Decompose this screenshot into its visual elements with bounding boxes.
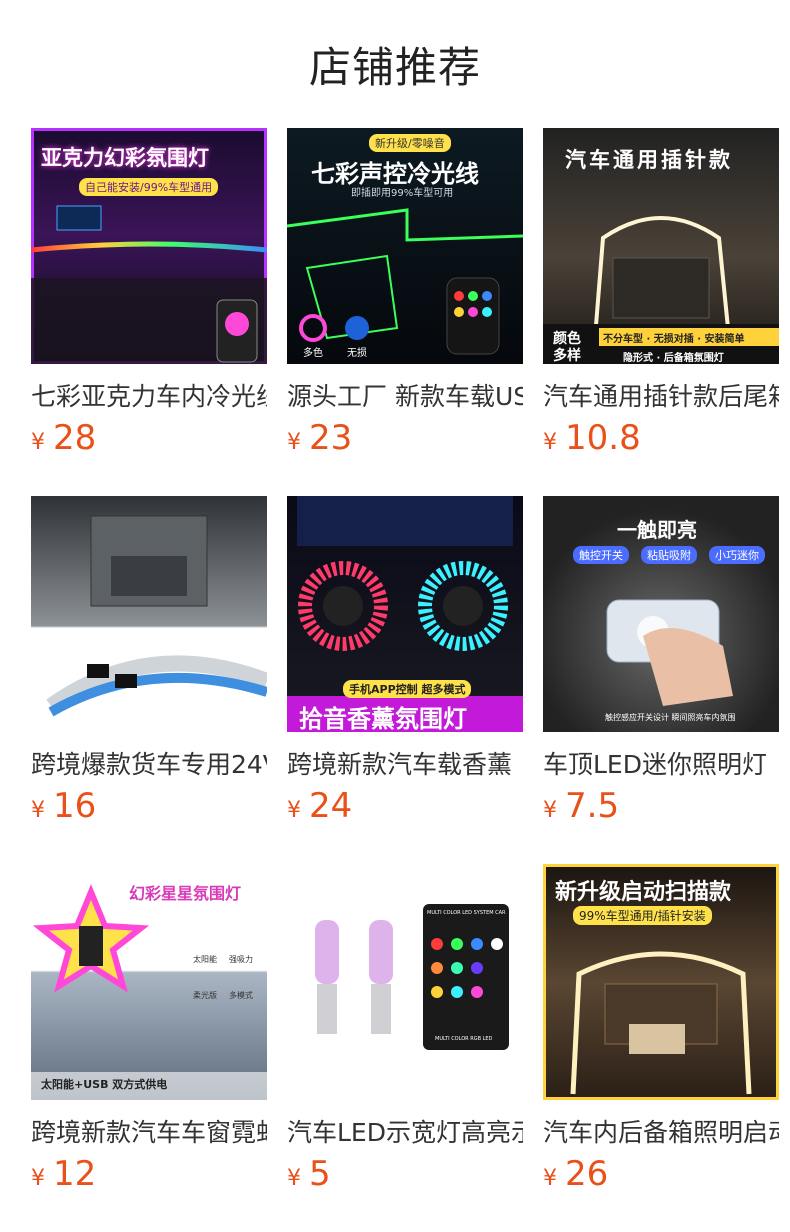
currency-symbol: ¥ bbox=[287, 430, 301, 455]
image-feature-label: 太阳能 bbox=[193, 955, 217, 964]
remote-footer: MULTI COLOR RGB LED bbox=[435, 1036, 493, 1042]
image-strip-text: 隐形式 · 后备箱氛围灯 bbox=[623, 353, 724, 364]
image-headline: 一触即亮 bbox=[617, 518, 697, 542]
price-value: 26 bbox=[565, 1154, 609, 1194]
product-image[interactable]: 汽车通用插针款 颜色 多样 不分车型 · 无损对插 · 安装简单 隐形式 · 后… bbox=[543, 128, 779, 364]
product-price: ¥28 bbox=[31, 418, 96, 458]
product-name[interactable]: 跨境爆款货车专用24V bbox=[31, 748, 267, 782]
image-strip-text: 不分车型 · 无损对插 · 安装简单 bbox=[603, 334, 745, 345]
product-price: ¥16 bbox=[31, 786, 96, 826]
image-subline: 99%车型通用/插针安装 bbox=[573, 906, 712, 925]
image-headline: 汽车通用插针款 bbox=[565, 148, 733, 172]
product-name[interactable]: 跨境新款汽车车窗霓虹 bbox=[31, 1116, 267, 1150]
product-price: ¥24 bbox=[287, 786, 352, 826]
product-name[interactable]: 汽车内后备箱照明启动 bbox=[543, 1116, 779, 1150]
price-value: 12 bbox=[53, 1154, 97, 1194]
product-name[interactable]: 汽车通用插针款后尾箱 bbox=[543, 380, 779, 414]
currency-symbol: ¥ bbox=[543, 430, 557, 455]
currency-symbol: ¥ bbox=[543, 798, 557, 823]
image-footer: 太阳能+USB 双方式供电 bbox=[41, 1078, 168, 1091]
price-value: 24 bbox=[309, 786, 353, 826]
product-image[interactable]: 新升级启动扫描款 99%车型通用/插针安装 bbox=[543, 864, 779, 1100]
page-title: 店铺推荐 bbox=[308, 43, 481, 92]
truck-light-strip-graphic bbox=[46, 515, 267, 717]
product-price: ¥5 bbox=[287, 1154, 331, 1194]
product-name[interactable]: 源头工厂 新款车载USB bbox=[287, 380, 523, 414]
product-price: ¥23 bbox=[287, 418, 352, 458]
image-tag: 手机APP控制 超多模式 bbox=[343, 680, 472, 698]
currency-symbol: ¥ bbox=[31, 430, 45, 455]
image-headline: 拾音香薰氛围灯 bbox=[299, 705, 467, 732]
product-price: ¥12 bbox=[31, 1154, 96, 1194]
price-value: 10.8 bbox=[565, 418, 641, 458]
product-name[interactable]: 七彩亚克力车内冷光线 bbox=[31, 380, 267, 414]
product-image[interactable]: 手机APP控制 超多模式 拾音香薰氛围灯 bbox=[287, 496, 523, 732]
product-image[interactable]: 幻彩星星氛围灯 太阳能 强吸力 柔光版 多模式 太阳能+USB 双方式供电 bbox=[31, 864, 267, 1100]
product-image[interactable]: 新升级/零噪音 七彩声控冷光线 即插即用99%车型可用 多色 无损 bbox=[287, 128, 523, 364]
price-value: 5 bbox=[309, 1154, 331, 1194]
product-price: ¥26 bbox=[543, 1154, 608, 1194]
image-subline: 即插即用99%车型可用 bbox=[351, 188, 454, 199]
image-tag: 小巧迷你 bbox=[709, 546, 765, 564]
image-badge: 新升级/零噪音 bbox=[369, 134, 451, 152]
image-headline: 亚克力幻彩氛围灯 bbox=[41, 146, 209, 170]
currency-symbol: ¥ bbox=[287, 798, 301, 823]
product-image[interactable]: 一触即亮 触控开关 粘贴吸附 小巧迷你 触控感应开关设计 瞬间照亮车内氛围 bbox=[543, 496, 779, 732]
image-side-label: 多样 bbox=[553, 348, 581, 364]
image-tag: 触控开关 bbox=[573, 546, 629, 564]
product-image[interactable]: 亚克力幻彩氛围灯 自己能安装/99%车型通用 bbox=[31, 128, 267, 364]
product-image[interactable]: MULTI COLOR LED SYSTEM CAR MULTI COLOR R… bbox=[287, 864, 523, 1100]
image-subline: 自己能安装/99%车型通用 bbox=[79, 178, 219, 196]
image-icon-label: 无损 bbox=[347, 348, 367, 359]
currency-symbol: ¥ bbox=[543, 1166, 557, 1191]
image-feature-label: 多模式 bbox=[229, 991, 253, 1000]
led-bulb-remote-graphic bbox=[315, 904, 509, 1050]
remote-label: MULTI COLOR LED SYSTEM CAR bbox=[427, 910, 506, 916]
product-price: ¥10.8 bbox=[543, 418, 641, 458]
image-feature-label: 强吸力 bbox=[229, 955, 253, 964]
price-value: 7.5 bbox=[565, 786, 620, 826]
price-value: 23 bbox=[309, 418, 353, 458]
currency-symbol: ¥ bbox=[31, 798, 45, 823]
product-name[interactable]: 跨境新款汽车载香薰 bbox=[287, 748, 523, 782]
currency-symbol: ¥ bbox=[31, 1166, 45, 1191]
image-headline: 新升级启动扫描款 bbox=[555, 880, 732, 905]
price-value: 28 bbox=[53, 418, 97, 458]
image-tag: 粘贴吸附 bbox=[641, 546, 697, 564]
product-price: ¥7.5 bbox=[543, 786, 619, 826]
image-icon-label: 多色 bbox=[303, 348, 323, 359]
price-value: 16 bbox=[53, 786, 97, 826]
image-feature-label: 柔光版 bbox=[193, 991, 217, 1000]
image-headline: 幻彩星星氛围灯 bbox=[129, 884, 242, 903]
image-footer: 触控感应开关设计 瞬间照亮车内氛围 bbox=[605, 713, 736, 722]
product-name[interactable]: 车顶LED迷你照明灯 bbox=[543, 748, 779, 782]
currency-symbol: ¥ bbox=[287, 1166, 301, 1191]
product-name[interactable]: 汽车LED示宽灯高亮示 bbox=[287, 1116, 523, 1150]
product-image[interactable] bbox=[31, 496, 267, 732]
